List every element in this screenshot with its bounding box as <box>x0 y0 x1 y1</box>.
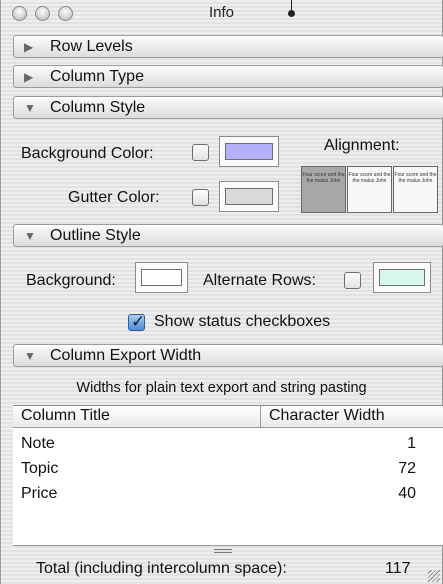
total-value: 117 <box>385 560 411 577</box>
disclosure-expanded-icon: ▼ <box>24 349 36 363</box>
background-color-well[interactable] <box>219 136 279 167</box>
export-width-table: Column Title Character Width Note 1 Topi… <box>13 405 443 546</box>
grip-line <box>214 552 232 553</box>
outline-background-well[interactable] <box>135 262 188 293</box>
checkmark-icon: ✓ <box>131 312 146 331</box>
alternate-rows-checkbox[interactable] <box>344 272 361 289</box>
table-row-title[interactable]: Topic <box>21 460 58 478</box>
align-center-button[interactable]: Four score and the the malus John <box>347 166 392 213</box>
align-left-button[interactable]: Four score and the the malus John <box>301 166 346 213</box>
section-label: Row Levels <box>50 38 133 55</box>
alternate-rows-color-well[interactable] <box>373 262 431 293</box>
section-column-type[interactable]: ▶ Column Type <box>13 65 443 88</box>
section-label: Outline Style <box>50 227 141 244</box>
background-color-label: Background Color: <box>21 145 154 162</box>
align-right-button[interactable]: Four score and the the malus John <box>393 166 438 213</box>
align-left-sample-text: Four score and the the malus John <box>302 172 345 184</box>
disclosure-expanded-icon: ▼ <box>24 101 36 115</box>
show-status-checkbox[interactable]: ✓ <box>128 312 146 331</box>
section-column-export-width[interactable]: ▼ Column Export Width <box>13 344 443 367</box>
split-view-handle[interactable] <box>1 546 442 557</box>
alignment-label: Alignment: <box>324 137 400 154</box>
section-row-levels[interactable]: ▶ Row Levels <box>13 35 443 58</box>
total-label: Total (including intercolumn space): <box>36 560 287 577</box>
show-status-label: Show status checkboxes <box>154 313 331 330</box>
gutter-color-well[interactable] <box>219 181 279 212</box>
table-row-title[interactable]: Note <box>21 435 55 453</box>
disclosure-expanded-icon: ▼ <box>24 229 36 243</box>
section-outline-style[interactable]: ▼ Outline Style <box>13 224 443 247</box>
title-bar: Info <box>1 0 442 28</box>
export-description: Widths for plain text export and string … <box>76 380 367 396</box>
outline-background-label: Background: <box>26 272 116 289</box>
footer: Total (including intercolumn space): 117 <box>1 557 442 584</box>
column-title-header[interactable]: Column Title <box>13 406 261 428</box>
character-width-header[interactable]: Character Width <box>261 406 443 428</box>
grip-line <box>214 549 232 550</box>
section-label: Column Type <box>50 68 144 85</box>
gutter-color-checkbox[interactable] <box>192 189 209 206</box>
window-title: Info <box>208 4 235 21</box>
table-row-title[interactable]: Price <box>21 485 57 503</box>
table-row-width[interactable]: 1 <box>407 435 416 453</box>
table-row-width[interactable]: 72 <box>398 460 416 478</box>
section-label: Column Style <box>50 99 146 116</box>
alternate-rows-label: Alternate Rows: <box>203 272 316 289</box>
table-row-width[interactable]: 40 <box>398 485 416 503</box>
outline-background-fill <box>141 269 182 286</box>
alternate-rows-color-fill <box>379 269 425 286</box>
background-color-fill <box>225 143 273 160</box>
info-window: Info ▶ Row Levels ▶ Column Type ▼ Column… <box>0 0 443 584</box>
resize-grip-icon[interactable] <box>428 570 440 582</box>
section-label: Column Export Width <box>50 347 202 364</box>
align-right-sample-text: Four score and the the malus John <box>394 172 437 184</box>
section-column-style[interactable]: ▼ Column Style <box>13 96 443 119</box>
disclosure-collapsed-icon: ▶ <box>24 70 34 84</box>
align-center-sample-text: Four score and the the malus John <box>348 172 391 184</box>
gutter-color-label: Gutter Color: <box>68 189 160 206</box>
background-color-checkbox[interactable] <box>192 144 209 161</box>
gutter-color-fill <box>225 188 273 205</box>
disclosure-collapsed-icon: ▶ <box>24 40 34 54</box>
pin-dot-icon <box>288 10 295 17</box>
